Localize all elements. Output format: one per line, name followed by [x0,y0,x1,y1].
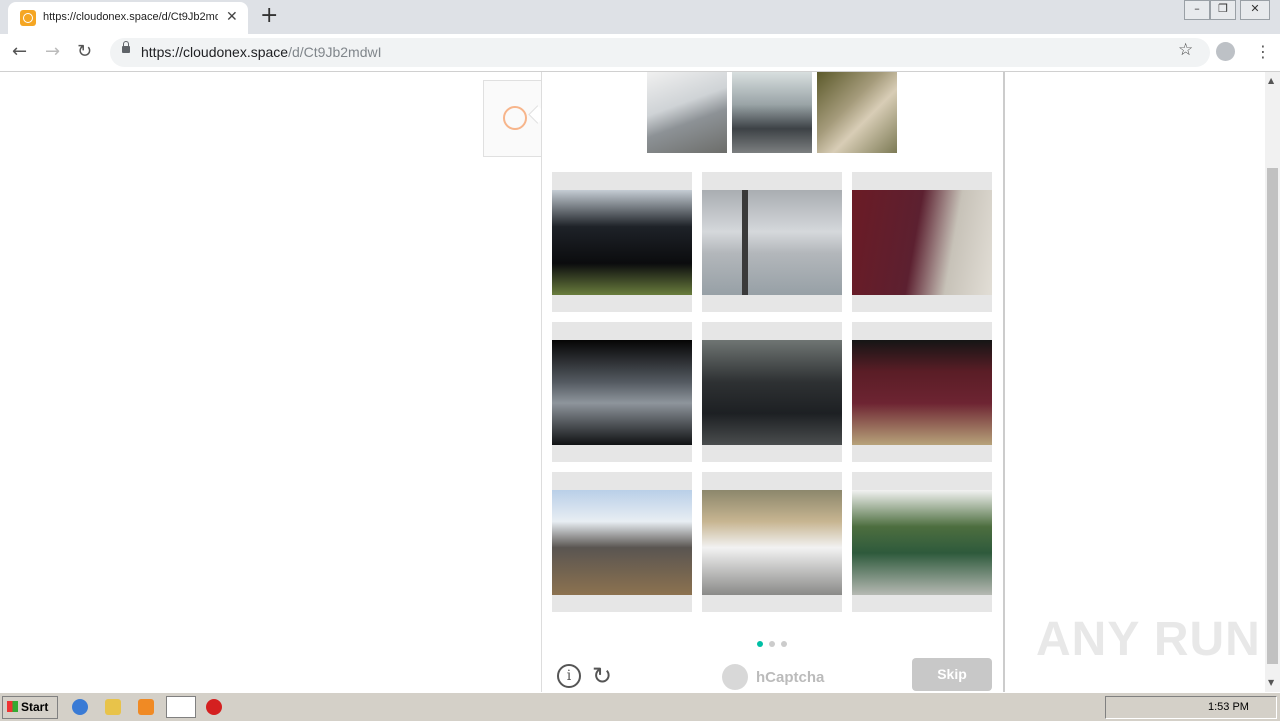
challenge-image-tile[interactable] [702,472,842,612]
tile-image [702,190,842,295]
hcaptcha-brand: hCaptcha [756,669,825,686]
tile-image [552,340,692,445]
start-button[interactable]: Start [2,696,58,719]
ie-icon[interactable] [72,699,88,715]
close-tab-icon[interactable]: ✕ [226,9,238,25]
address-bar[interactable]: https://cloudonex.space/d/Ct9Jb2mdwI [110,38,1210,67]
scroll-down-icon[interactable]: ▼ [1268,678,1274,687]
scrollbar-thumb[interactable] [1267,168,1278,664]
more-menu-icon[interactable]: ⋮ [1255,42,1271,61]
loading-spinner-icon [503,106,527,130]
challenge-image-tile[interactable] [702,322,842,462]
system-tray [1105,696,1277,719]
page-dot [781,641,787,647]
bookmark-star-icon[interactable]: ☆ [1178,40,1193,60]
tile-image [552,190,692,295]
tile-image [852,190,992,295]
opera-icon[interactable] [206,699,222,715]
minimize-icon[interactable]: – [1184,0,1210,20]
folder-icon[interactable] [105,699,121,715]
challenge-image-tile[interactable] [852,172,992,312]
tile-image [552,490,692,595]
challenge-image-tile[interactable] [552,172,692,312]
lock-icon [122,41,130,53]
tile-image [852,340,992,445]
challenge-image-tile[interactable] [702,172,842,312]
watermark: ANY RUN [1036,613,1261,666]
challenge-image-tile[interactable] [552,472,692,612]
new-tab-icon[interactable]: + [260,4,278,28]
hcaptcha-logo-icon [722,664,748,690]
page-scrollbar[interactable]: ▲ ▼ [1265,72,1280,692]
restore-icon[interactable]: ❐ [1210,0,1236,20]
reload-icon[interactable]: ↻ [77,41,92,62]
page-content: i ↻ hCaptcha Skip ANY RUN [0,72,1265,692]
example-image [817,72,897,153]
chrome-taskbar-icon[interactable] [166,696,196,718]
page-indicator [757,632,793,651]
page-dot [769,641,775,647]
close-window-icon[interactable]: ✕ [1240,0,1270,20]
captcha-challenge-panel: i ↻ hCaptcha Skip [541,72,1005,692]
example-image [732,72,812,153]
site-favicon-icon [20,10,36,26]
tile-image [702,490,842,595]
media-player-icon[interactable] [138,699,154,715]
skip-button[interactable]: Skip [912,658,992,691]
challenge-image-tile[interactable] [852,472,992,612]
clock: 1:53 PM [1208,701,1249,713]
tile-image [852,490,992,595]
tab-title: https://cloudonex.space/d/Ct9Jb2mdwI [43,11,218,23]
refresh-icon[interactable]: ↻ [592,662,612,690]
example-image [647,72,727,153]
forward-icon[interactable]: → [45,41,60,62]
tile-image [702,340,842,445]
page-dot [757,641,763,647]
browser-toolbar: ← → ↻ https://cloudonex.space/d/Ct9Jb2md… [0,34,1280,72]
challenge-image-tile[interactable] [552,322,692,462]
tab-strip: https://cloudonex.space/d/Ct9Jb2mdwI ✕ +… [0,0,1280,34]
url-text: https://cloudonex.space/d/Ct9Jb2mdwI [141,44,382,60]
scroll-up-icon[interactable]: ▲ [1268,76,1274,85]
browser-tab[interactable]: https://cloudonex.space/d/Ct9Jb2mdwI ✕ [8,2,248,34]
taskbar: Start 1:53 PM [0,692,1280,721]
info-icon[interactable]: i [557,664,581,688]
challenge-image-tile[interactable] [852,322,992,462]
profile-avatar-icon[interactable] [1216,42,1235,61]
back-icon[interactable]: ← [12,41,27,62]
